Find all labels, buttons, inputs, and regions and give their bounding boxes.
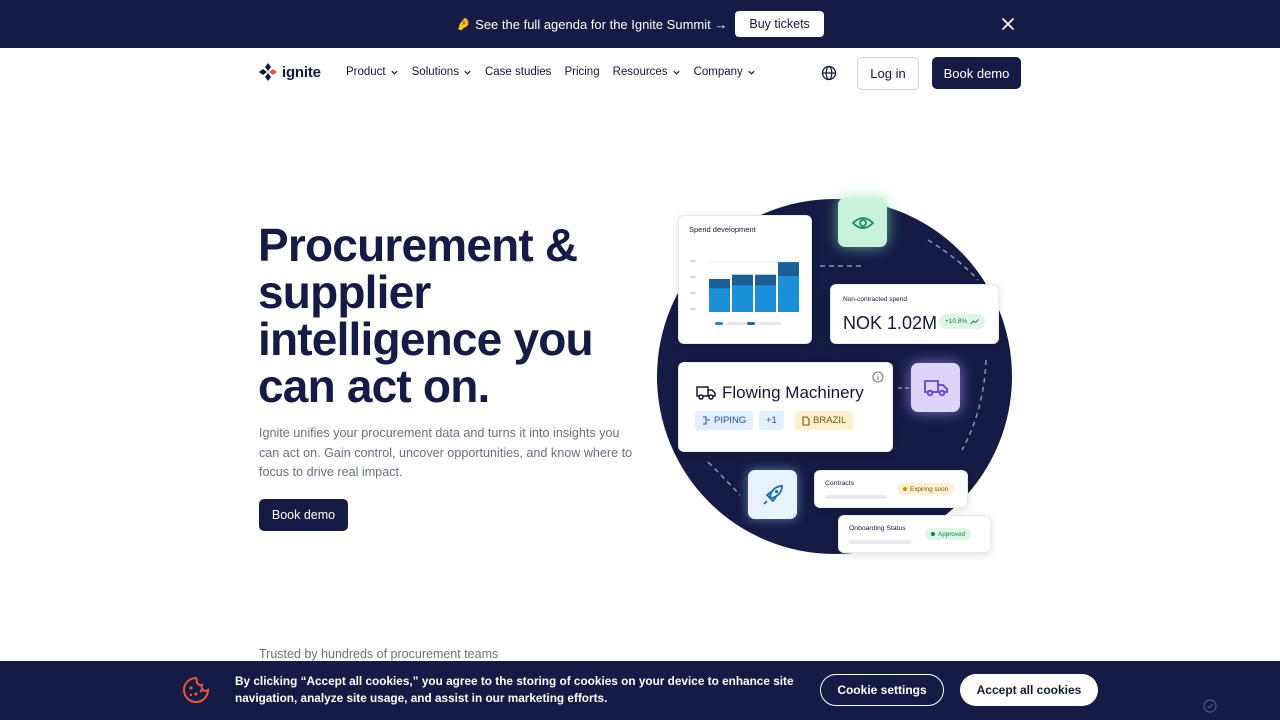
truck-icon-tile bbox=[911, 363, 960, 412]
spend-development-card: Spend development bbox=[678, 215, 812, 344]
expiring-soon-badge: Expiring soon bbox=[897, 483, 955, 495]
chevron-down-icon bbox=[391, 70, 398, 75]
status-dot bbox=[931, 532, 935, 536]
approved-label: Approved bbox=[938, 530, 965, 538]
cookie-preferences-icon[interactable] bbox=[1203, 699, 1217, 713]
spend-bar-top bbox=[709, 279, 730, 289]
supplier-card: Flowing Machinery PIPING +1 BRAZIL bbox=[678, 362, 893, 452]
spend-bar-top bbox=[755, 274, 776, 286]
login-button[interactable]: Log in bbox=[857, 57, 919, 90]
cookie-settings-button[interactable]: Cookie settings bbox=[820, 674, 944, 706]
spend-card-title: Spend development bbox=[689, 225, 756, 234]
approved-badge: Approved bbox=[925, 528, 971, 540]
supplier-name: Flowing Machinery bbox=[722, 383, 864, 402]
spend-chart bbox=[690, 260, 799, 325]
tag-brazil: BRAZIL bbox=[795, 411, 854, 430]
cookie-icon bbox=[183, 676, 210, 703]
truck-icon bbox=[696, 386, 716, 400]
nav-item-label: Resources bbox=[612, 66, 668, 78]
tag-piping-label: PIPING bbox=[714, 415, 747, 426]
nav-item-resources[interactable]: Resources bbox=[613, 66, 681, 78]
trend-badge: +10.8% bbox=[939, 314, 986, 329]
tag-more: +1 bbox=[759, 411, 784, 430]
pipe-icon bbox=[703, 416, 710, 425]
chevron-down-icon bbox=[672, 70, 680, 75]
nav-item-label: Pricing bbox=[564, 66, 600, 78]
placeholder-bar bbox=[825, 495, 887, 499]
noncontracted-value: NOK 1.02M bbox=[843, 313, 938, 333]
tag-piping: PIPING bbox=[695, 411, 754, 430]
hero-book-demo-button[interactable]: Book demo bbox=[259, 499, 348, 531]
trend-up-icon bbox=[970, 318, 980, 324]
nav-item-case-studies[interactable]: Case studies bbox=[485, 66, 551, 78]
close-icon[interactable] bbox=[1000, 16, 1016, 32]
nav-item-label: Company bbox=[693, 66, 743, 78]
noncontracted-spend-card: Non-contracted spend NOK 1.02M +10.8% bbox=[830, 284, 999, 344]
accept-cookies-button[interactable]: Accept all cookies bbox=[960, 674, 1098, 706]
eye-icon bbox=[851, 216, 874, 229]
announcement-text[interactable]: See the full agenda for the Ignite Summi… bbox=[475, 17, 727, 32]
chevron-down-icon bbox=[748, 70, 755, 75]
hero-illustration: Spend development Non-contracted spend N… bbox=[640, 180, 1040, 580]
announcement-emoji: 🤌 bbox=[456, 17, 472, 31]
onboarding-status-card: Onboarding Status Approved bbox=[838, 515, 991, 553]
nav-item-product[interactable]: Product bbox=[346, 66, 399, 78]
info-icon bbox=[872, 371, 884, 383]
nav-item-company[interactable]: Company bbox=[694, 66, 756, 78]
nav-item-label: Product bbox=[346, 66, 386, 78]
logo[interactable]: ignite bbox=[258, 62, 321, 82]
nav-menu: Product Solutions Case studies Pricing R… bbox=[346, 66, 756, 78]
announcement-bar: 🤌 See the full agenda for the Ignite Sum… bbox=[0, 0, 1280, 48]
nav-item-pricing[interactable]: Pricing bbox=[564, 66, 599, 78]
cookie-banner: By clicking “Accept all cookies,” you ag… bbox=[0, 661, 1280, 720]
nav-item-label: Case studies bbox=[484, 66, 552, 78]
hero-subtitle: Ignite unifies your procurement data and… bbox=[259, 426, 633, 479]
book-demo-button[interactable]: Book demo bbox=[932, 57, 1021, 89]
truck-icon bbox=[923, 379, 948, 396]
logo-icon bbox=[259, 63, 277, 81]
placeholder-bar bbox=[849, 540, 911, 544]
brand-name: ignite bbox=[282, 63, 321, 81]
noncontracted-title: Non-contracted spend bbox=[843, 296, 907, 303]
rocket-icon-tile bbox=[748, 470, 797, 519]
contracts-card: Contracts Expiring soon bbox=[814, 470, 968, 508]
chevron-down-icon bbox=[464, 70, 471, 75]
globe-icon[interactable] bbox=[821, 65, 837, 81]
eye-icon-tile bbox=[838, 198, 887, 247]
main-nav: ignite Product Solutions Case studies Pr… bbox=[0, 48, 1280, 98]
nav-item-label: Solutions bbox=[411, 66, 459, 78]
expiring-label: Expiring soon bbox=[910, 485, 949, 493]
trend-badge-label: +10.8% bbox=[945, 318, 968, 325]
trusted-by-text: Trusted by hundreds of procurement teams bbox=[259, 647, 499, 661]
tag-brazil-label: BRAZIL bbox=[813, 415, 847, 426]
buy-tickets-button[interactable]: Buy tickets bbox=[735, 11, 824, 37]
spend-bar-top bbox=[778, 262, 799, 277]
rocket-icon bbox=[762, 484, 783, 505]
hero-title: Procurement & supplier intelligence you … bbox=[258, 219, 594, 412]
spend-bar-top bbox=[732, 274, 753, 286]
nav-item-solutions[interactable]: Solutions bbox=[412, 66, 472, 78]
status-dot bbox=[903, 487, 907, 491]
document-icon bbox=[802, 415, 810, 426]
tag-more-label: +1 bbox=[766, 415, 777, 426]
cookie-message: By clicking “Accept all cookies,” you ag… bbox=[235, 674, 794, 705]
